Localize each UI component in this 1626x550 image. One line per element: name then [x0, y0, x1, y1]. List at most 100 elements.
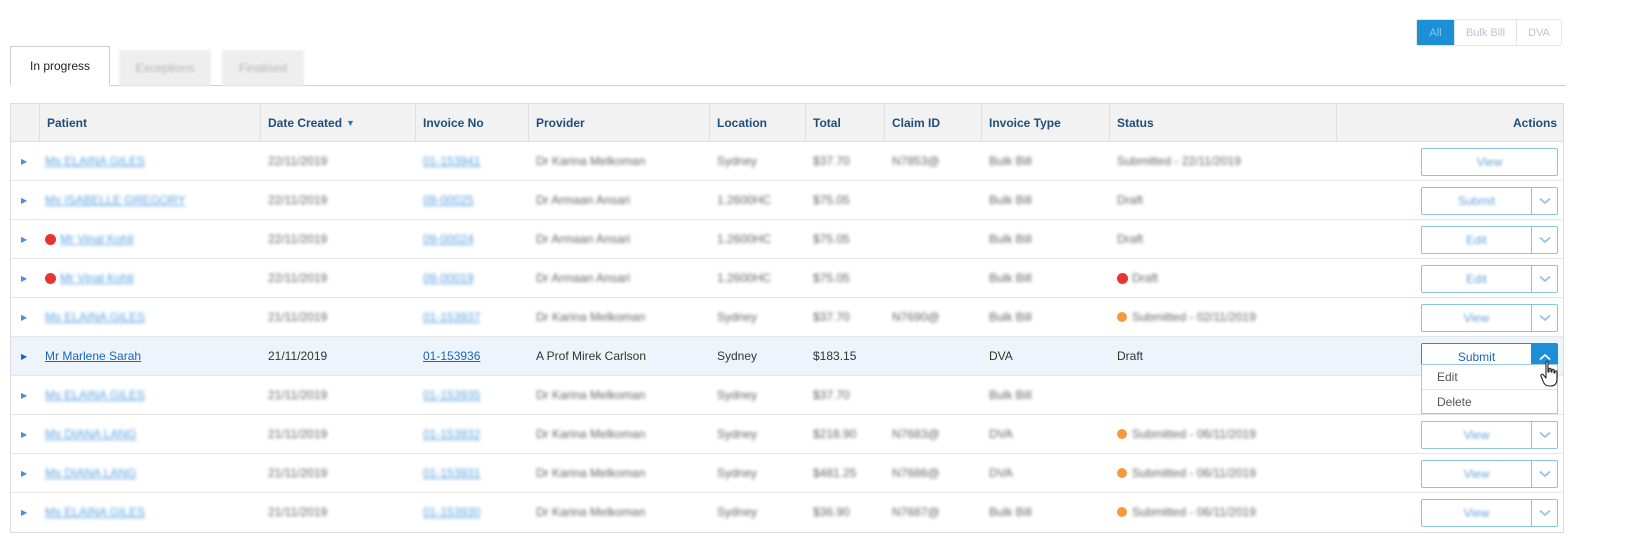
chevron-down-icon[interactable] — [1531, 227, 1557, 253]
patient-link[interactable]: Mr Vinal Kohli — [60, 271, 134, 285]
patient-link[interactable]: Mr Marlene Sarah — [45, 349, 141, 363]
patient-link[interactable]: Mr Vinal Kohli — [60, 232, 134, 246]
claim-cell: N7687@ — [892, 505, 940, 519]
header-type-label: Invoice Type — [989, 116, 1061, 130]
date-cell: 21/11/2019 — [268, 310, 328, 324]
patient-link[interactable]: Ms DIANA LANG — [45, 466, 136, 480]
header-claim-id[interactable]: Claim ID — [884, 104, 981, 142]
provider-cell: Dr Karina Melkoman — [536, 427, 646, 441]
header-patient-label: Patient — [47, 116, 88, 130]
chevron-down-icon[interactable] — [1531, 461, 1557, 487]
status-red-dot-icon — [1117, 272, 1128, 284]
invoice-link[interactable]: 01-153932 — [423, 427, 480, 441]
header-expander — [11, 104, 39, 142]
invoice-link[interactable]: 09-00019 — [423, 271, 474, 285]
location-cell: Sydney — [717, 427, 758, 441]
total-cell: $37.70 — [813, 388, 850, 402]
chevron-down-icon[interactable] — [1531, 266, 1557, 292]
edit-button[interactable]: Edit — [1422, 266, 1531, 292]
claim-cell: N7853@ — [892, 154, 940, 168]
provider-cell: Dr Karina Melkoman — [536, 310, 646, 324]
patient-link[interactable]: Ms ELAINA GILES — [45, 388, 145, 402]
status-orange-dot-icon — [1117, 429, 1127, 439]
view-split-button: View — [1421, 421, 1558, 449]
submit-split-button: Submit — [1421, 187, 1558, 215]
tab-in-progress[interactable]: In progress — [10, 46, 110, 86]
header-location[interactable]: Location — [709, 104, 805, 142]
invoice-link[interactable]: 01-153941 — [423, 154, 480, 168]
invoice-link[interactable]: 09-00025 — [423, 193, 474, 207]
tab-exceptions[interactable]: Exceptions — [119, 50, 211, 86]
total-cell: $75.05 — [813, 271, 850, 285]
invoice-link[interactable]: 01-153935 — [423, 388, 480, 402]
location-cell: Sydney — [717, 466, 758, 480]
submit-button[interactable]: Submit — [1422, 188, 1531, 214]
location-cell: Sydney — [717, 310, 758, 324]
view-button[interactable]: View — [1421, 148, 1558, 176]
status-text: Draft — [1132, 271, 1159, 285]
view-button[interactable]: View — [1422, 422, 1531, 448]
filter-dva-button[interactable]: DVA — [1516, 20, 1561, 45]
expand-arrow-icon[interactable]: ▶ — [21, 298, 27, 336]
expand-arrow-icon[interactable]: ▶ — [21, 376, 27, 414]
invoice-link[interactable]: 01-153937 — [423, 310, 480, 324]
total-cell: $218.90 — [813, 427, 857, 441]
type-cell: Bulk Bill — [989, 193, 1032, 207]
expand-arrow-icon[interactable]: ▶ — [21, 181, 27, 219]
invoice-link[interactable]: 01-153936 — [423, 349, 480, 363]
patient-link[interactable]: Ms ELAINA GILES — [45, 154, 145, 168]
header-provider[interactable]: Provider — [528, 104, 709, 142]
claim-cell: N7686@ — [892, 466, 940, 480]
header-total[interactable]: Total — [805, 104, 884, 142]
header-date-created[interactable]: Date Created ▼ — [260, 104, 415, 142]
patient-link[interactable]: Ms ELAINA GILES — [45, 505, 145, 519]
view-button[interactable]: View — [1422, 500, 1531, 526]
header-patient[interactable]: Patient — [39, 104, 260, 142]
filter-bulk-bill-button[interactable]: Bulk Bill — [1454, 20, 1516, 45]
total-cell: $481.25 — [813, 466, 857, 480]
expand-arrow-icon[interactable]: ▶ — [21, 493, 27, 531]
invoice-link[interactable]: 01-153931 — [423, 466, 480, 480]
expand-arrow-icon[interactable]: ▶ — [21, 415, 27, 453]
filter-all-button[interactable]: All — [1417, 20, 1454, 45]
view-button[interactable]: View — [1422, 305, 1531, 331]
patient-link[interactable]: Ms DIANA LANG — [45, 427, 136, 441]
invoice-link[interactable]: 09-00024 — [423, 232, 474, 246]
chevron-down-icon[interactable] — [1531, 422, 1557, 448]
patient-link[interactable]: Ms ELAINA GILES — [45, 310, 145, 324]
status-cell: Draft — [1117, 349, 1144, 363]
header-invoice-type[interactable]: Invoice Type — [981, 104, 1109, 142]
expand-arrow-icon[interactable]: ▶ — [21, 220, 27, 258]
chevron-down-icon[interactable] — [1531, 305, 1557, 331]
view-split-button: View — [1421, 460, 1558, 488]
location-cell: Sydney — [717, 505, 758, 519]
type-cell: DVA — [989, 427, 1013, 441]
invoice-type-filter: All Bulk Bill DVA — [1416, 19, 1562, 46]
date-cell: 21/11/2019 — [268, 388, 328, 402]
header-invoice-no[interactable]: Invoice No — [415, 104, 528, 142]
table-row: ▶ Ms ELAINA GILES 22/11/2019 01-153941 D… — [11, 142, 1563, 181]
expand-arrow-icon[interactable]: ▶ — [21, 142, 27, 180]
table-row: ▶ Mr Vinal Kohli 22/11/2019 09-00024 Dr … — [11, 220, 1563, 259]
view-split-button: View — [1421, 499, 1558, 527]
edit-button[interactable]: Edit — [1422, 227, 1531, 253]
table-row-selected: ▶ Mr Marlene Sarah 21/11/2019 01-153936 … — [11, 337, 1563, 376]
chevron-down-icon[interactable] — [1531, 188, 1557, 214]
patient-link[interactable]: Ms ISABELLE GREGORY — [45, 193, 186, 207]
expand-arrow-icon[interactable]: ▶ — [21, 337, 27, 375]
tab-finalised[interactable]: Finalised — [222, 50, 304, 86]
claim-cell: N7683@ — [892, 427, 940, 441]
view-button[interactable]: View — [1422, 461, 1531, 487]
date-cell: 22/11/2019 — [268, 154, 328, 168]
expand-arrow-icon[interactable]: ▶ — [21, 259, 27, 297]
location-cell: Sydney — [717, 154, 758, 168]
total-cell: $36.90 — [813, 505, 850, 519]
header-status[interactable]: Status — [1109, 104, 1336, 142]
chevron-down-icon[interactable] — [1531, 500, 1557, 526]
expand-arrow-icon[interactable]: ▶ — [21, 454, 27, 492]
menu-item-delete[interactable]: Delete — [1422, 389, 1557, 413]
alert-dot-icon — [45, 272, 56, 284]
menu-item-edit[interactable]: Edit — [1422, 365, 1557, 389]
location-cell: Sydney — [717, 349, 758, 363]
invoice-link[interactable]: 01-153930 — [423, 505, 480, 519]
